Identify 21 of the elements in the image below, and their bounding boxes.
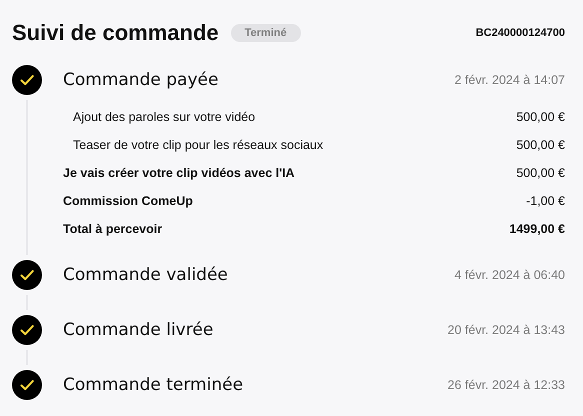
line-label: Ajout des paroles sur votre vidéo xyxy=(73,110,256,124)
step-date: 2 févr. 2024 à 14:07 xyxy=(454,73,565,87)
step-title: Commande terminée xyxy=(63,375,244,395)
line-amount: 500,00 € xyxy=(516,110,565,124)
page-title: Suivi de commande xyxy=(12,20,219,46)
status-badge: Terminé xyxy=(230,24,301,42)
line-label: Teaser de votre clip pour les réseaux sociaux xyxy=(73,138,324,152)
step-date: 26 févr. 2024 à 12:33 xyxy=(448,378,565,392)
line-label: Total à percevoir xyxy=(63,222,162,236)
step-title: Commande livrée xyxy=(63,320,214,340)
line-amount: -1,00 € xyxy=(526,194,565,208)
step-title: Commande payée xyxy=(63,70,218,90)
step-title: Commande validée xyxy=(63,265,228,285)
step-date: 4 févr. 2024 à 06:40 xyxy=(454,268,565,282)
line-amount: 1499,00 € xyxy=(509,222,565,236)
order-number: BC240000124700 xyxy=(476,27,565,39)
step-date: 20 févr. 2024 à 13:43 xyxy=(448,323,565,337)
line-amount: 500,00 € xyxy=(516,166,565,180)
line-label: Je vais créer votre clip vidéos avec l'IA xyxy=(63,166,295,180)
line-amount: 500,00 € xyxy=(516,138,565,152)
line-label: Commission ComeUp xyxy=(63,194,193,208)
